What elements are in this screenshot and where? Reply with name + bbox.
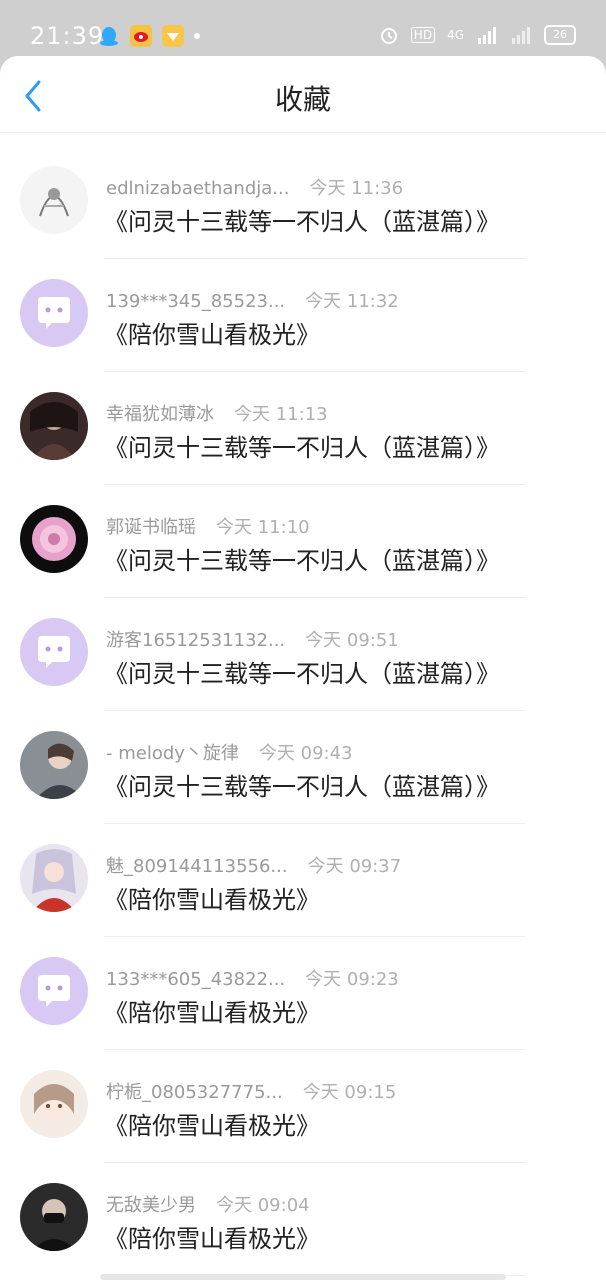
favorite-time: 今天 09:04 xyxy=(216,1195,310,1216)
user-name-line: edlnizabaethandja... 今天 11:36 xyxy=(106,174,403,200)
favorite-item[interactable]: edlnizabaethandja... 今天 11:36 《问灵十三载等一不归人（… xyxy=(0,146,606,259)
favorite-item[interactable]: 幸福犹如薄冰 今天 11:13 《问灵十三载等一不归人（蓝湛篇）》 xyxy=(0,372,606,485)
favorite-item[interactable]: 无敌美少男 今天 09:04 《陪你雪山看极光》 xyxy=(0,1163,606,1276)
favorites-list: edlnizabaethandja... 今天 11:36 《问灵十三载等一不归人（… xyxy=(0,146,606,1276)
favorite-item[interactable]: 郭诞书临瑶 今天 11:10 《问灵十三载等一不归人（蓝湛篇）》 xyxy=(0,485,606,598)
user-name: edlnizabaethandja... xyxy=(106,178,290,199)
user-name-line: 游客16512531132... 今天 09:51 xyxy=(106,626,399,652)
user-name: 游客16512531132... xyxy=(106,630,286,651)
favorite-item[interactable]: 139***345_85523... 今天 11:32 《陪你雪山看极光》 xyxy=(0,259,606,372)
favorite-time: 今天 09:15 xyxy=(302,1082,397,1103)
avatar[interactable] xyxy=(20,1070,88,1138)
favorite-time: 今天 09:37 xyxy=(307,856,402,877)
favorite-time: 今天 11:10 xyxy=(216,517,310,538)
favorite-time: 今天 11:36 xyxy=(309,178,404,199)
status-time: 21:39 xyxy=(30,22,105,50)
user-name: 133***605_43822... xyxy=(106,969,286,990)
favorite-time: 今天 11:32 xyxy=(305,291,399,312)
favorite-item[interactable]: - melody丶旋律 今天 09:43 《问灵十三载等一不归人（蓝湛篇）》 xyxy=(0,711,606,824)
user-name: 魅_809144113556... xyxy=(106,856,288,877)
work-title[interactable]: 《陪你雪山看极光》 xyxy=(104,315,320,350)
user-name: 139***345_85523... xyxy=(106,291,286,312)
signal-icon xyxy=(478,27,496,44)
page-title: 收藏 xyxy=(274,83,331,116)
work-title[interactable]: 《问灵十三载等一不归人（蓝湛篇）》 xyxy=(104,767,500,802)
user-name-line: - melody丶旋律 今天 09:43 xyxy=(106,739,353,765)
battery-indicator: 26 xyxy=(544,25,576,45)
avatar[interactable] xyxy=(20,957,88,1025)
hd-indicator: HD xyxy=(410,27,436,43)
user-name-line: 139***345_85523... 今天 11:32 xyxy=(106,287,399,313)
work-title[interactable]: 《问灵十三载等一不归人（蓝湛篇）》 xyxy=(104,654,500,689)
network-indicator: 4G xyxy=(447,28,464,42)
user-name: 幸福犹如薄冰 xyxy=(106,404,214,425)
favorite-time: 今天 09:51 xyxy=(305,630,399,651)
favorite-time: 今天 09:43 xyxy=(258,743,353,764)
work-title[interactable]: 《问灵十三载等一不归人（蓝湛篇）》 xyxy=(104,202,500,237)
user-name: 柠栀_0805327775... xyxy=(106,1082,283,1103)
avatar[interactable] xyxy=(20,392,88,460)
favorite-item[interactable]: 133***605_43822... 今天 09:23 《陪你雪山看极光》 xyxy=(0,937,606,1050)
avatar[interactable] xyxy=(20,505,88,573)
user-name-line: 133***605_43822... 今天 09:23 xyxy=(106,965,399,991)
user-name: 郭诞书临瑶 xyxy=(106,517,196,538)
avatar[interactable] xyxy=(20,731,88,799)
user-name-line: 郭诞书临瑶 今天 11:10 xyxy=(106,513,310,539)
work-title[interactable]: 《陪你雪山看极光》 xyxy=(104,880,320,915)
favorite-item[interactable]: 游客16512531132... 今天 09:51 《问灵十三载等一不归人（蓝湛篇）… xyxy=(0,598,606,711)
header: 收藏 xyxy=(0,56,606,133)
avatar[interactable] xyxy=(20,618,88,686)
user-name-line: 幸福犹如薄冰 今天 11:13 xyxy=(106,400,328,426)
work-title[interactable]: 《问灵十三载等一不归人（蓝湛篇）》 xyxy=(104,428,500,463)
avatar[interactable] xyxy=(20,844,88,912)
work-title[interactable]: 《陪你雪山看极光》 xyxy=(104,1106,320,1141)
notification-dot xyxy=(194,33,200,39)
user-name-line: 魅_809144113556... 今天 09:37 xyxy=(106,852,401,878)
user-name-line: 无敌美少男 今天 09:04 xyxy=(106,1191,310,1217)
user-name: - melody丶旋律 xyxy=(106,743,239,764)
work-title[interactable]: 《问灵十三载等一不归人（蓝湛篇）》 xyxy=(104,541,500,576)
work-title[interactable]: 《陪你雪山看极光》 xyxy=(104,993,320,1028)
user-name-line: 柠栀_0805327775... 今天 09:15 xyxy=(106,1078,396,1104)
avatar[interactable] xyxy=(20,166,88,234)
signal-2-icon xyxy=(512,27,530,44)
favorite-item[interactable]: 魅_809144113556... 今天 09:37 《陪你雪山看极光》 xyxy=(0,824,606,937)
vip-icon xyxy=(162,25,184,47)
avatar[interactable] xyxy=(20,1183,88,1251)
weibo-icon xyxy=(130,25,152,47)
favorite-time: 今天 11:13 xyxy=(234,404,328,425)
favorite-item[interactable]: 柠栀_0805327775... 今天 09:15 《陪你雪山看极光》 xyxy=(0,1050,606,1163)
favorite-time: 今天 09:23 xyxy=(305,969,399,990)
alarm-icon xyxy=(380,28,397,44)
user-name: 无敌美少男 xyxy=(106,1195,196,1216)
status-app-icons xyxy=(98,25,200,47)
status-right: HD 4G 26 xyxy=(379,25,576,45)
bottom-scroll-indicator xyxy=(100,1274,506,1280)
avatar[interactable] xyxy=(20,279,88,347)
qq-icon xyxy=(98,25,120,47)
work-title[interactable]: 《陪你雪山看极光》 xyxy=(104,1219,320,1254)
